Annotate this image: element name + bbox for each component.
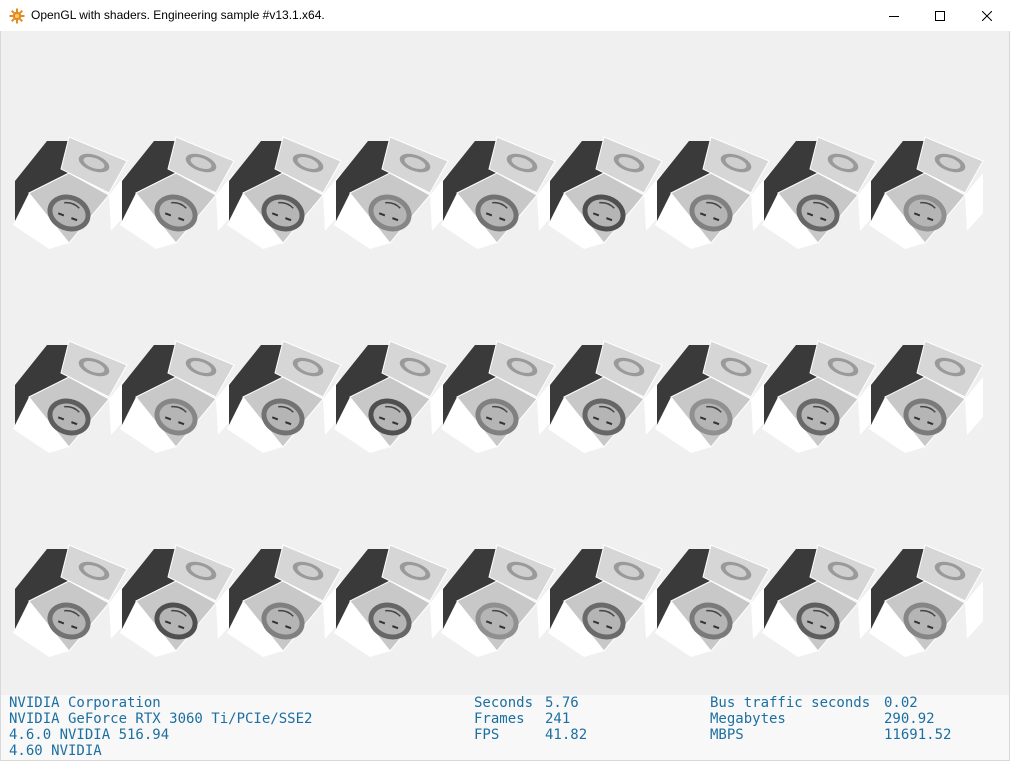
- textured-cube: [651, 133, 771, 253]
- textured-cube: [223, 541, 343, 661]
- stat-megabytes: Megabytes 290.92: [710, 711, 951, 727]
- close-button[interactable]: [964, 0, 1010, 31]
- stat-value: 241: [545, 711, 571, 727]
- textured-cube: [758, 133, 878, 253]
- textured-cube: [330, 133, 450, 253]
- gpu-info: NVIDIA Corporation NVIDIA GeForce RTX 30…: [9, 695, 312, 759]
- close-icon: [982, 10, 992, 21]
- textured-cube: [9, 337, 129, 457]
- stat-label: Megabytes: [710, 711, 786, 727]
- stat-label: MBPS: [710, 727, 744, 743]
- maximize-button[interactable]: [917, 0, 963, 31]
- textured-cube: [116, 337, 236, 457]
- textured-cube: [437, 337, 557, 457]
- textured-cube: [865, 541, 985, 661]
- gear-sun-icon[interactable]: [9, 8, 25, 24]
- stat-label: FPS: [474, 727, 500, 743]
- textured-cube: [223, 337, 343, 457]
- stat-bus-seconds: Bus traffic seconds 0.02: [710, 695, 951, 711]
- gpu-vendor: NVIDIA Corporation: [9, 695, 161, 711]
- stat-value: 41.82: [545, 727, 588, 743]
- stat-label: Frames: [474, 711, 525, 727]
- textured-cube: [9, 133, 129, 253]
- minimize-button[interactable]: [871, 0, 917, 31]
- minimize-icon: [889, 11, 899, 21]
- textured-cube: [865, 337, 985, 457]
- stat-frames: Frames 241: [474, 711, 587, 727]
- textured-cube: [437, 133, 557, 253]
- textured-cube: [651, 541, 771, 661]
- status-panel: NVIDIA Corporation NVIDIA GeForce RTX 30…: [0, 695, 1010, 761]
- stat-label: Seconds: [474, 695, 534, 711]
- stat-seconds: Seconds 5.76: [474, 695, 587, 711]
- gpu-renderer: NVIDIA GeForce RTX 3060 Ti/PCIe/SSE2: [9, 711, 313, 727]
- stat-value: 11691.52: [884, 727, 952, 743]
- textured-cube: [544, 541, 664, 661]
- timing-stats: Seconds 5.76 Frames 241 FPS 41.82: [474, 695, 587, 743]
- textured-cube: [9, 541, 129, 661]
- bus-stats: Bus traffic seconds 0.02 Megabytes 290.9…: [710, 695, 951, 743]
- stat-value: 290.92: [884, 711, 935, 727]
- opengl-viewport[interactable]: [0, 31, 1010, 695]
- title-bar[interactable]: OpenGL with shaders. Engineering sample …: [0, 0, 1010, 31]
- textured-cube: [330, 541, 450, 661]
- stat-mbps: MBPS 11691.52: [710, 727, 951, 743]
- textured-cube: [116, 541, 236, 661]
- textured-cube: [758, 541, 878, 661]
- window-title: OpenGL with shaders. Engineering sample …: [31, 8, 325, 22]
- stat-fps: FPS 41.82: [474, 727, 587, 743]
- textured-cube: [437, 541, 557, 661]
- textured-cube: [651, 337, 771, 457]
- maximize-icon: [935, 10, 945, 21]
- textured-cube: [865, 133, 985, 253]
- stat-label: Bus traffic seconds: [710, 695, 871, 711]
- stat-value: 5.76: [545, 695, 579, 711]
- glsl-version: 4.60 NVIDIA: [9, 743, 102, 759]
- textured-cube: [544, 133, 664, 253]
- textured-cube: [544, 337, 664, 457]
- textured-cube: [116, 133, 236, 253]
- gl-version: 4.6.0 NVIDIA 516.94: [9, 727, 170, 743]
- stat-value: 0.02: [884, 695, 918, 711]
- textured-cube: [330, 337, 450, 457]
- textured-cube: [223, 133, 343, 253]
- textured-cube: [758, 337, 878, 457]
